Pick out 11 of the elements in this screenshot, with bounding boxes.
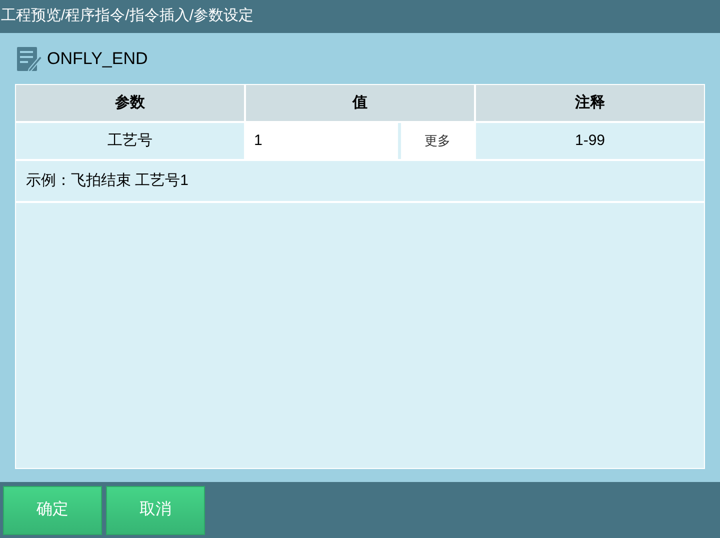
column-header: 参数	[16, 85, 244, 121]
value-field[interactable]: 1	[246, 123, 398, 159]
example-text: 示例：飞拍结束 工艺号1	[26, 170, 189, 191]
more-button[interactable]: 更多	[401, 123, 474, 159]
column-header: 值	[246, 85, 474, 121]
document-pen-icon	[15, 45, 43, 73]
table-cell: 工艺号	[16, 123, 244, 159]
column-header: 注释	[476, 85, 704, 121]
breadcrumb: 工程预览/程序指令/指令插入/参数设定	[0, 6, 254, 26]
table-cell: 1-99	[476, 123, 704, 159]
instruction-name: ONFLY_END	[47, 48, 148, 70]
